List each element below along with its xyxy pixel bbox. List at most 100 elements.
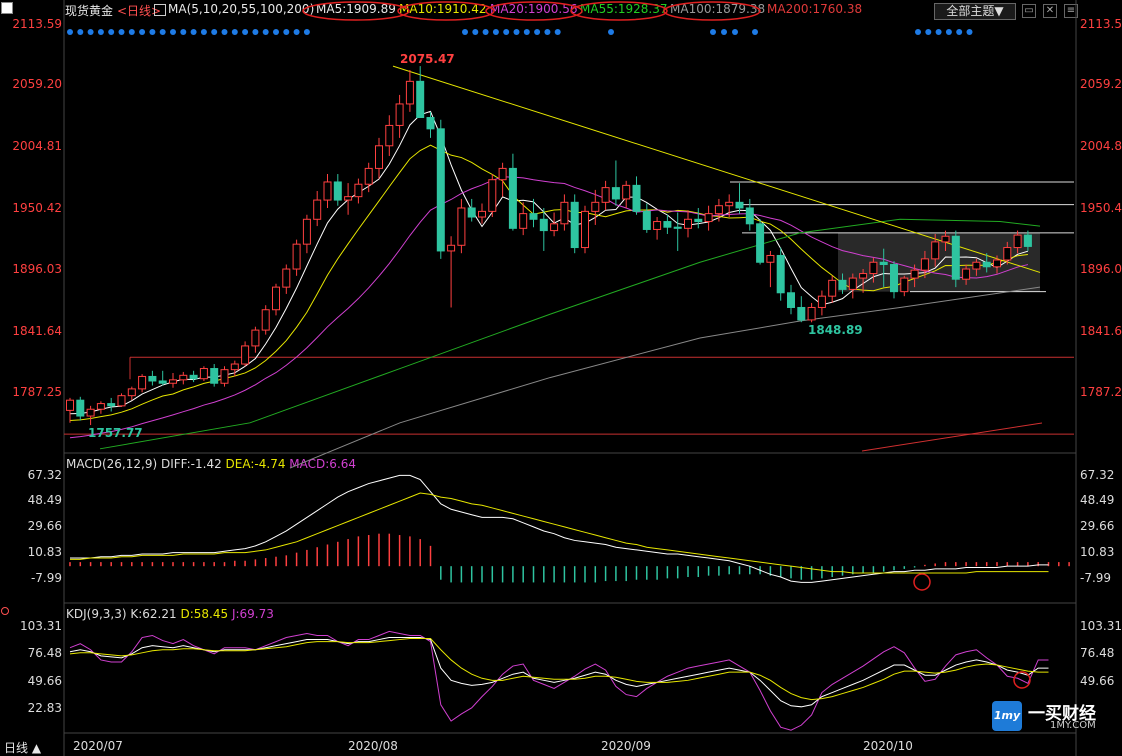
event-dot — [180, 29, 187, 35]
candle-body — [745, 207, 754, 225]
kdj-d-line — [69, 638, 1049, 701]
low-label: 1757.77 — [88, 426, 143, 440]
candle-body — [375, 145, 383, 169]
event-dot — [752, 29, 758, 35]
macd-dea-line — [70, 492, 1049, 574]
candle-body — [1013, 234, 1022, 249]
event-dot — [462, 29, 468, 35]
high-label: 2075.47 — [400, 52, 455, 66]
event-dot — [554, 29, 561, 35]
candle-body — [570, 201, 579, 249]
candle-body — [519, 213, 528, 229]
event-dot — [159, 29, 166, 35]
candle-body — [107, 403, 116, 407]
event-dot — [128, 29, 135, 35]
candle-body — [478, 210, 486, 218]
candle-body — [931, 241, 940, 260]
candle-body — [581, 210, 589, 249]
candle-body — [900, 277, 909, 293]
candle-body — [405, 80, 414, 105]
event-dot — [190, 29, 197, 35]
candle-body — [941, 235, 950, 243]
candle-body — [673, 226, 682, 229]
candle-body — [879, 261, 888, 266]
candle-body — [622, 184, 631, 200]
candle-body — [426, 117, 435, 130]
candle-body — [416, 80, 425, 119]
candle-body — [199, 368, 208, 380]
candle-body — [251, 329, 260, 347]
event-dot — [935, 29, 942, 35]
ma200-line — [861, 422, 1043, 452]
candle-body — [550, 223, 559, 232]
event-dot — [67, 29, 73, 35]
candle-body — [632, 184, 641, 212]
candle-body — [313, 199, 322, 220]
candle-body — [333, 181, 342, 201]
event-dot — [139, 29, 146, 35]
event-dot — [252, 29, 259, 35]
candle-body — [169, 379, 177, 384]
candle-body — [127, 388, 136, 397]
candle-body — [642, 210, 651, 230]
candle-body — [591, 201, 600, 212]
candle-body — [653, 221, 662, 230]
candle-body — [66, 399, 74, 411]
event-dot — [149, 29, 156, 35]
candle-body — [817, 295, 826, 308]
candle-body — [807, 306, 816, 321]
candle-body — [982, 261, 991, 268]
event-dot — [231, 29, 238, 35]
candle-body — [436, 128, 445, 252]
event-dot — [534, 29, 541, 35]
candle-body — [447, 244, 456, 252]
candle-body — [601, 187, 610, 203]
candle-body — [838, 279, 847, 290]
candle-body — [457, 207, 466, 246]
candle-body — [323, 181, 332, 201]
event-dot — [544, 29, 551, 35]
candle-body — [354, 183, 363, 198]
candle-body — [498, 167, 507, 181]
candle-body — [560, 201, 569, 225]
event-dot — [273, 29, 279, 35]
event-dot — [482, 29, 489, 35]
event-dot — [503, 29, 510, 35]
event-dot — [608, 29, 614, 35]
candle-body — [241, 345, 250, 365]
candle-body — [488, 179, 497, 212]
candle-body — [704, 213, 713, 223]
candle-body — [735, 201, 744, 209]
event-dot — [472, 29, 479, 35]
candle-body — [529, 213, 538, 220]
candle-body — [261, 309, 270, 331]
event-dots — [67, 29, 973, 35]
low-label: 1848.89 — [808, 323, 863, 337]
candle-body — [344, 196, 353, 201]
candle-body — [962, 268, 971, 280]
highlight-ellipse — [485, 1, 583, 21]
event-dot — [87, 29, 94, 35]
candle-body — [920, 258, 929, 271]
event-dot — [200, 29, 207, 35]
event-dot — [710, 29, 716, 35]
candle-body — [828, 279, 837, 297]
candle-body — [756, 223, 765, 263]
candle-body — [148, 375, 157, 382]
candle-body — [189, 374, 198, 380]
candle-body — [508, 167, 517, 229]
event-dot — [523, 29, 530, 35]
event-dot — [118, 29, 125, 35]
ma20-line — [69, 176, 1029, 439]
candle-body — [1023, 234, 1032, 247]
event-dot — [108, 29, 115, 35]
event-dot — [732, 29, 738, 35]
candle-body — [869, 261, 878, 275]
candle-body — [993, 259, 1001, 268]
event-dot — [262, 29, 269, 35]
highlight-ellipse — [302, 1, 410, 21]
candle-body — [230, 363, 239, 371]
candle-body — [282, 268, 291, 288]
candle-body — [364, 167, 373, 185]
event-dot — [283, 29, 290, 35]
